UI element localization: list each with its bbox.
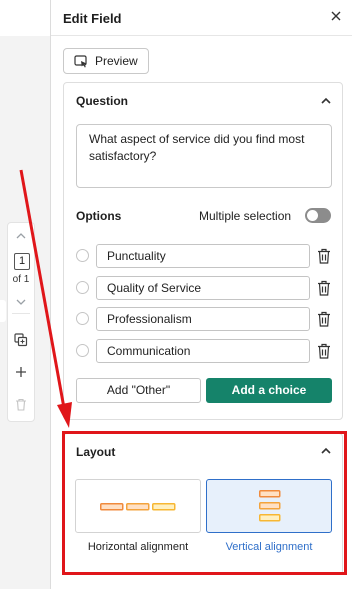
vertical-alignment-option[interactable] [206,479,332,533]
delete-page-icon[interactable] [8,398,34,414]
toggle-knob [307,210,318,221]
question-section-title: Question [76,94,129,108]
add-choice-button[interactable]: Add a choice [206,378,332,403]
add-other-button[interactable]: Add "Other" [76,378,201,403]
preview-icon [74,54,87,67]
edit-field-panel: Edit Field Preview Question What aspect … [50,0,352,589]
option-row: Professionalism [76,307,334,331]
close-button[interactable] [328,9,344,25]
horizontal-layout-icon [100,503,176,511]
duplicate-page-icon[interactable] [8,333,34,350]
collapse-question-icon[interactable] [320,95,332,107]
multiple-selection-label: Multiple selection [199,209,292,223]
question-input[interactable]: What aspect of service did you find most… [76,124,332,188]
delete-option-icon[interactable] [317,311,331,327]
page-down-icon[interactable] [8,295,34,309]
canvas-top-area [0,0,50,36]
option-row: Punctuality [76,244,334,268]
option-input[interactable]: Quality of Service [96,276,310,300]
panel-header: Edit Field [51,0,352,36]
option-row: Communication [76,339,334,363]
collapse-layout-icon[interactable] [320,445,332,457]
option-input[interactable]: Punctuality [96,244,310,268]
option-radio [76,312,89,325]
layout-section: Layout Horizontal alignment Vertical ali… [63,433,343,575]
horizontal-alignment-option[interactable] [75,479,201,533]
page-up-icon[interactable] [8,229,34,243]
page-toolbar: 1 of 1 [7,222,35,422]
close-icon [331,11,341,21]
delete-option-icon[interactable] [317,343,331,359]
multiple-selection-toggle[interactable] [305,208,331,223]
option-radio [76,281,89,294]
option-input[interactable]: Professionalism [96,307,310,331]
vertical-layout-icon [259,490,281,522]
panel-title: Edit Field [63,11,122,26]
page-edge [0,300,6,322]
delete-option-icon[interactable] [317,280,331,296]
preview-button[interactable]: Preview [63,48,149,74]
layout-section-title: Layout [76,445,116,459]
option-row: Quality of Service [76,276,334,300]
preview-label: Preview [95,54,138,68]
horizontal-alignment-label: Horizontal alignment [87,541,189,553]
page-number[interactable]: 1 [14,253,30,270]
question-section: Question What aspect of service did you … [63,82,343,420]
vertical-alignment-label: Vertical alignment [225,541,313,553]
option-radio [76,344,89,357]
page-count: of 1 [12,274,30,285]
delete-option-icon[interactable] [317,248,331,264]
option-input[interactable]: Communication [96,339,310,363]
option-radio [76,249,89,262]
toolbar-divider [12,313,30,314]
options-label: Options [76,209,122,223]
add-page-icon[interactable] [8,366,34,381]
